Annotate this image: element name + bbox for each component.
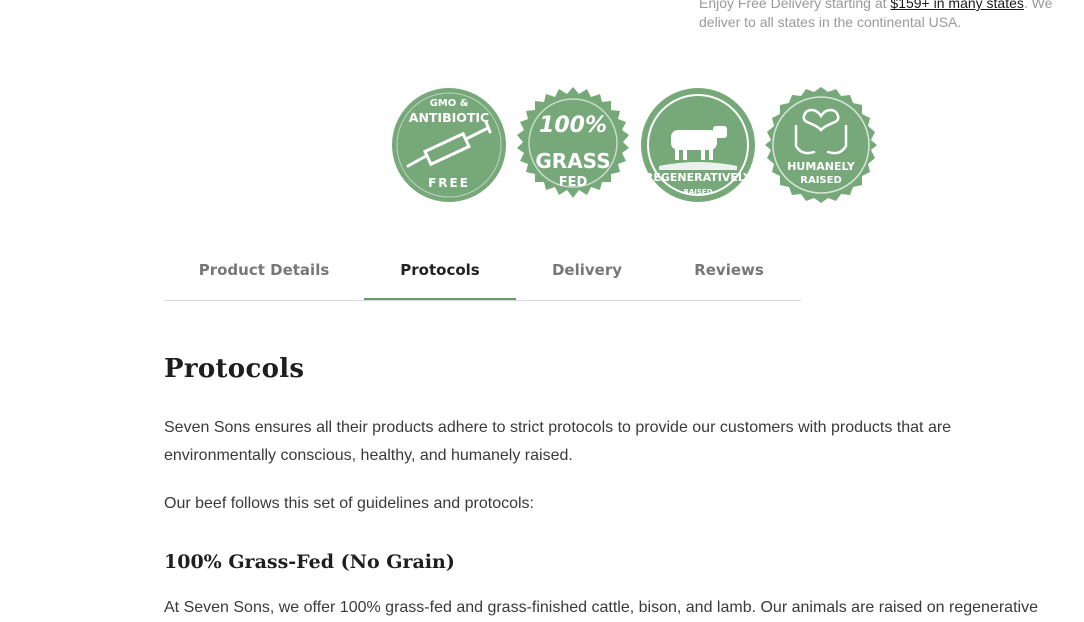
delivery-states-link[interactable]: $159+ in many states <box>890 0 1023 11</box>
grass-fed-heading: 100% Grass-Fed (No Grain) <box>164 551 455 573</box>
grass-badge-mid: GRASS <box>535 149 610 173</box>
regeneratively-raised-badge: REGENERATIVELY RAISED <box>639 86 757 204</box>
section-title: Protocols <box>164 354 305 384</box>
tab-reviews[interactable]: Reviews <box>658 248 800 300</box>
gmo-badge-top: GMO & <box>430 98 469 109</box>
tab-protocols[interactable]: Protocols <box>364 248 516 300</box>
regen-badge-sub: RAISED <box>683 188 712 196</box>
delivery-note-prefix: Enjoy Free Delivery starting at <box>699 0 891 11</box>
regen-badge-main: REGENERATIVELY <box>645 171 752 184</box>
intro-paragraph: Seven Sons ensures all their products ad… <box>164 419 952 464</box>
tab-delivery[interactable]: Delivery <box>516 248 658 300</box>
humane-badge-main: HUMANELY <box>787 160 856 173</box>
tab-product-details[interactable]: Product Details <box>164 248 364 300</box>
grass-badge-bottom: FED <box>559 175 588 190</box>
certification-badges: GMO & ANTIBIOTIC FREE 100% GRASS FED REG… <box>388 86 880 204</box>
gmo-antibiotic-free-badge: GMO & ANTIBIOTIC FREE <box>390 86 508 204</box>
guidelines-paragraph: Our beef follows this set of guidelines … <box>164 495 534 512</box>
product-tabs: Product Details Protocols Delivery Revie… <box>164 248 801 301</box>
gmo-badge-bottom: FREE <box>428 176 470 190</box>
gmo-badge-mid: ANTIBIOTIC <box>409 110 489 125</box>
grass-fed-paragraph: At Seven Sons, we offer 100% grass-fed a… <box>164 599 1038 616</box>
humanely-raised-badge: HUMANELY RAISED <box>762 86 880 204</box>
grass-fed-badge: 100% GRASS FED <box>514 86 632 204</box>
delivery-note: Enjoy Free Delivery starting at $159+ in… <box>699 0 1079 32</box>
humane-badge-sub: RAISED <box>800 175 842 186</box>
grass-badge-top: 100% <box>539 113 607 138</box>
